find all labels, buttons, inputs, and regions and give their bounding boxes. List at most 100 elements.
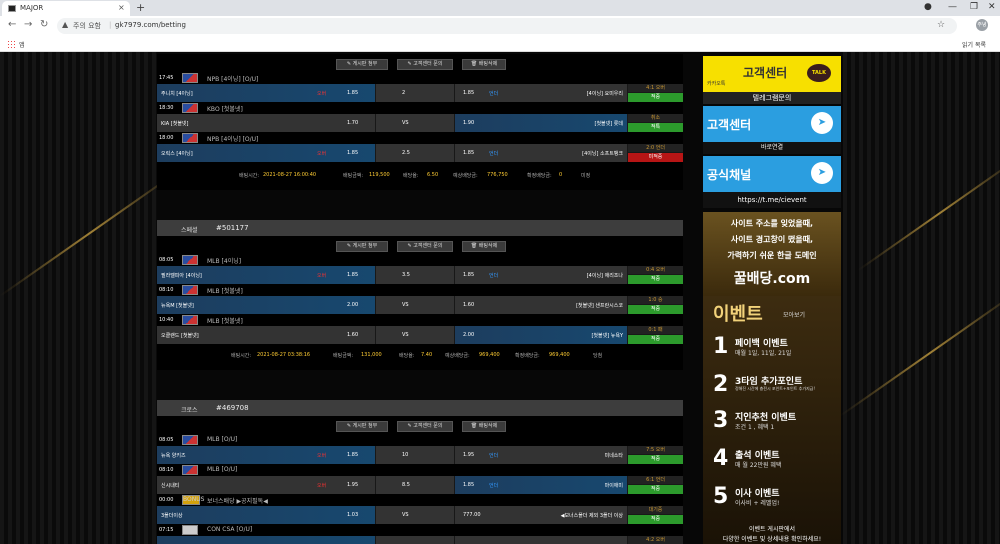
league-flag-icon bbox=[182, 255, 198, 265]
score-result: 2:0 언더 bbox=[628, 144, 683, 152]
score-result: 6:1 언더 bbox=[628, 476, 683, 484]
status-badge: 적중 bbox=[628, 515, 683, 524]
warning-icon[interactable]: ▲ bbox=[62, 20, 68, 29]
line-cell: VS bbox=[376, 296, 454, 314]
reading-list[interactable]: 읽기 목록 bbox=[962, 40, 986, 49]
new-tab-icon[interactable]: + bbox=[136, 1, 145, 14]
score-result: 7:5 오버 bbox=[628, 446, 683, 454]
league-flag-icon bbox=[182, 285, 198, 295]
telegram-channel-banner[interactable]: 공식채널 ➤ bbox=[703, 156, 841, 192]
league-header: 08:10 MLB [첫볼넷] bbox=[159, 285, 243, 295]
bookmark-star-icon[interactable]: ☆ bbox=[937, 20, 945, 30]
bet-row: 4:2 오버 bbox=[157, 536, 683, 544]
bet-slip: ✎ 게시판 첨부 ✎ 고객센터 문의 🗑 배팅삭제 17:45 NPB [4이닝]… bbox=[157, 54, 683, 190]
score-result: 4:2 오버 bbox=[628, 536, 683, 544]
away-pick[interactable]: 2.00 [첫볼넷] 뉴욕Y bbox=[455, 326, 627, 344]
back-icon[interactable]: ← bbox=[8, 19, 16, 30]
telegram-support-banner[interactable]: 고객센터 ➤ bbox=[703, 106, 841, 142]
attach-post-button[interactable]: ✎ 게시판 첨부 bbox=[336, 421, 388, 432]
league-header: 10:40 MLB [첫볼넷] bbox=[159, 315, 243, 325]
home-pick[interactable]: 뉴욕 양키즈 오버 1.85 bbox=[157, 446, 375, 464]
contact-support-button[interactable]: ✎ 고객센터 문의 bbox=[397, 241, 453, 252]
away-pick[interactable]: 언더 1.85 [4이닝] 요미우리 bbox=[455, 84, 627, 102]
close-window-icon[interactable]: ✕ bbox=[988, 2, 996, 12]
home-pick[interactable]: 3폴더이상 1.03 bbox=[157, 506, 375, 524]
home-pick[interactable] bbox=[157, 536, 375, 544]
site-favicon-icon bbox=[8, 5, 16, 12]
line-cell: 2 bbox=[376, 84, 454, 102]
minimize-icon[interactable]: — bbox=[948, 2, 957, 12]
home-pick[interactable]: 신시내티 오버 1.95 bbox=[157, 476, 375, 494]
url-input[interactable]: ▲ 주의 요함 | gk7979.com/betting ☆ bbox=[57, 18, 957, 34]
league-flag-icon bbox=[182, 73, 198, 83]
kakao-talk-icon: TALK bbox=[807, 64, 831, 82]
away-pick[interactable]: 언더 1.85 [4이닝] 애리조나 bbox=[455, 266, 627, 284]
events-banner[interactable]: 이벤트 모아보기 1 페이백 이벤트 매월 1일, 11일, 21일 2 3타임 추가… bbox=[703, 296, 841, 544]
status-badge: 미적중 bbox=[628, 153, 683, 162]
bet-row: 신시내티 오버 1.95 8.5 언더 1.85 마이애미 6:1 언더 적중 bbox=[157, 476, 683, 494]
url-text: gk7979.com/betting bbox=[115, 21, 186, 29]
browser-tab[interactable]: MAJOR × bbox=[2, 1, 130, 16]
attach-post-button[interactable]: ✎ 게시판 첨부 bbox=[336, 241, 388, 252]
domain-banner[interactable]: 사이트 주소를 잊었을때, 사이트 경고창이 떴을때, 가력하기 쉬운 한글 도… bbox=[703, 212, 841, 296]
apps-icon[interactable] bbox=[7, 40, 15, 48]
league-flag-icon bbox=[182, 465, 198, 475]
bookmarks-bar: 앱 읽기 목록 bbox=[0, 36, 1000, 52]
telegram-icon: ➤ bbox=[811, 162, 833, 184]
league-flag-icon bbox=[182, 525, 198, 535]
close-tab-icon[interactable]: × bbox=[118, 3, 125, 12]
score-result: 대기중 bbox=[628, 506, 683, 514]
league-flag-icon bbox=[182, 103, 198, 113]
score-result: 1:0 승 bbox=[628, 296, 683, 304]
bet-row: 필라델피아 [4이닝] 오버 1.85 3.5 언더 1.85 [4이닝] 애리조나 0… bbox=[157, 266, 683, 284]
security-warning-label: 주의 요함 bbox=[73, 22, 101, 30]
forward-icon[interactable]: → bbox=[24, 19, 32, 30]
away-pick[interactable]: 1.90 [첫볼넷] 롯데 bbox=[455, 114, 627, 132]
score-result: 0:4 오버 bbox=[628, 266, 683, 274]
telegram-channel-link[interactable]: https://t.me/cievent bbox=[703, 192, 841, 208]
away-pick[interactable]: 777.00 ◀보너스폴더 제외 3폴더 이상 bbox=[455, 506, 627, 524]
status-badge: 적중 bbox=[628, 275, 683, 284]
league-flag-icon bbox=[182, 133, 198, 143]
page-content: ✎ 게시판 첨부 ✎ 고객센터 문의 🗑 배팅삭제 17:45 NPB [4이닝]… bbox=[0, 52, 1000, 544]
bet-row: 뉴욕 양키즈 오버 1.85 10 언더 1.95 미네소타 7:5 오버 적중 bbox=[157, 446, 683, 464]
score-result: 0:1 패 bbox=[628, 326, 683, 334]
telegram-support-label[interactable]: 바로연결 bbox=[703, 142, 841, 154]
kakao-support-banner[interactable]: 고객센터 TALK 카카오톡 텔레그램문의 bbox=[703, 56, 841, 104]
home-pick[interactable]: 오릭스 [4이닝] 오버 1.85 bbox=[157, 144, 375, 162]
status-badge: 적특 bbox=[628, 123, 683, 132]
league-header: 07:15 CON CSA [O/U] bbox=[159, 525, 253, 535]
home-pick[interactable]: 오클랜드 [첫볼넷] 1.60 bbox=[157, 326, 375, 344]
away-pick[interactable]: 1.60 [첫볼넷] 샌프란시스코 bbox=[455, 296, 627, 314]
league-flag-icon bbox=[182, 315, 198, 325]
league-header: 18:00 NPB [4이닝] [O/U] bbox=[159, 133, 259, 143]
away-pick[interactable]: 언더 1.95 미네소타 bbox=[455, 446, 627, 464]
home-pick[interactable]: 뉴욕M [첫볼넷] 2.00 bbox=[157, 296, 375, 314]
status-badge: 적중 bbox=[628, 455, 683, 464]
bet-row: 오릭스 [4이닝] 오버 1.85 2.5 언더 1.85 [4이닝] 소프트뱅크 2:… bbox=[157, 144, 683, 162]
bet-summary: 배팅시간: 2021-08-27 03:38:16 배팅금액: 131,000 배당… bbox=[231, 352, 603, 359]
contact-support-button[interactable]: ✎ 고객센터 문의 bbox=[397, 59, 453, 70]
profile-avatar[interactable]: 주녕 bbox=[976, 19, 988, 31]
bonus-icon: BONUS bbox=[182, 495, 205, 505]
bet-header: 크로스 #469708 bbox=[157, 400, 683, 416]
league-flag-icon bbox=[182, 435, 198, 445]
away-pick[interactable]: 언더 1.85 마이애미 bbox=[455, 476, 627, 494]
apps-label[interactable]: 앱 bbox=[19, 40, 25, 49]
attach-post-button[interactable]: ✎ 게시판 첨부 bbox=[336, 59, 388, 70]
away-pick[interactable]: 언더 1.85 [4이닝] 소프트뱅크 bbox=[455, 144, 627, 162]
home-pick[interactable]: 주니치 [4이닝] 오버 1.85 bbox=[157, 84, 375, 102]
maximize-icon[interactable]: ❐ bbox=[970, 2, 978, 12]
delete-bet-button[interactable]: 🗑 배팅삭제 bbox=[462, 241, 506, 252]
bet-row: 주니치 [4이닝] 오버 1.85 2 언더 1.85 [4이닝] 요미우리 4:1 오… bbox=[157, 84, 683, 102]
league-header: 18:30 KBO [첫볼넷] bbox=[159, 103, 243, 113]
delete-bet-button[interactable]: 🗑 배팅삭제 bbox=[462, 59, 506, 70]
home-pick[interactable]: 필라델피아 [4이닝] 오버 1.85 bbox=[157, 266, 375, 284]
contact-support-button[interactable]: ✎ 고객센터 문의 bbox=[397, 421, 453, 432]
home-pick[interactable]: KIA [첫볼넷] 1.70 bbox=[157, 114, 375, 132]
browser-tab-strip: MAJOR × + ● — ❐ ✕ bbox=[0, 0, 1000, 16]
score-result: 취소 bbox=[628, 114, 683, 122]
reload-icon[interactable]: ↻ bbox=[40, 19, 48, 30]
delete-bet-button[interactable]: 🗑 배팅삭제 bbox=[462, 421, 506, 432]
browser-menu-icon[interactable]: ● bbox=[924, 2, 932, 12]
